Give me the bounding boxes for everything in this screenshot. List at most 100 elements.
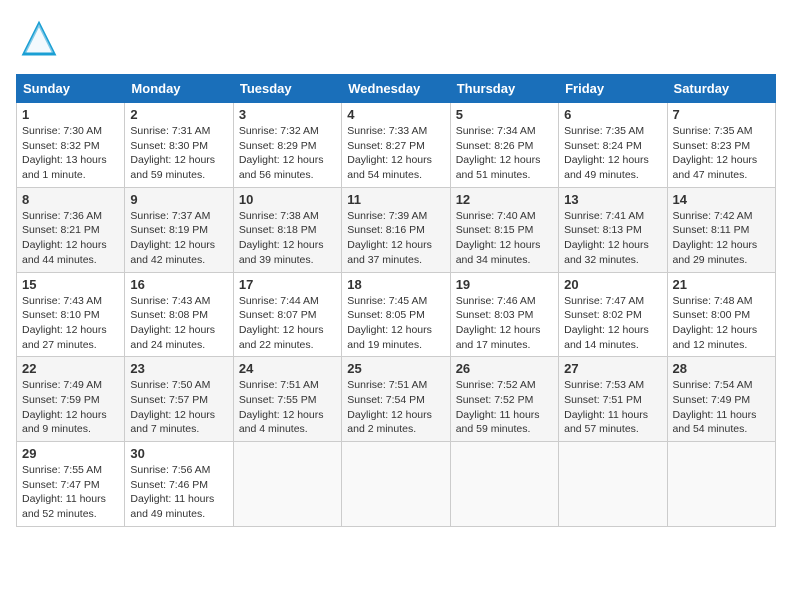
calendar-cell	[233, 442, 341, 527]
day-number: 12	[456, 192, 553, 207]
calendar-cell: 12 Sunrise: 7:40 AM Sunset: 8:15 PM Dayli…	[450, 187, 558, 272]
day-info: Sunrise: 7:31 AM Sunset: 8:30 PM Dayligh…	[130, 124, 227, 183]
calendar-cell: 16 Sunrise: 7:43 AM Sunset: 8:08 PM Dayli…	[125, 272, 233, 357]
calendar-header-monday: Monday	[125, 75, 233, 103]
day-number: 14	[673, 192, 770, 207]
logo-icon	[16, 16, 62, 62]
calendar-header-sunday: Sunday	[17, 75, 125, 103]
calendar-cell	[667, 442, 775, 527]
day-number: 23	[130, 361, 227, 376]
calendar-cell: 7 Sunrise: 7:35 AM Sunset: 8:23 PM Daylig…	[667, 103, 775, 188]
day-info: Sunrise: 7:55 AM Sunset: 7:47 PM Dayligh…	[22, 463, 119, 522]
day-info: Sunrise: 7:48 AM Sunset: 8:00 PM Dayligh…	[673, 294, 770, 353]
day-number: 10	[239, 192, 336, 207]
day-number: 1	[22, 107, 119, 122]
calendar-week-1: 1 Sunrise: 7:30 AM Sunset: 8:32 PM Daylig…	[17, 103, 776, 188]
day-info: Sunrise: 7:30 AM Sunset: 8:32 PM Dayligh…	[22, 124, 119, 183]
calendar-cell: 25 Sunrise: 7:51 AM Sunset: 7:54 PM Dayli…	[342, 357, 450, 442]
day-info: Sunrise: 7:47 AM Sunset: 8:02 PM Dayligh…	[564, 294, 661, 353]
day-info: Sunrise: 7:35 AM Sunset: 8:23 PM Dayligh…	[673, 124, 770, 183]
calendar-week-3: 15Sunrise: 7:43 AM Sunset: 8:10 PM Dayli…	[17, 272, 776, 357]
calendar: SundayMondayTuesdayWednesdayThursdayFrid…	[16, 74, 776, 527]
calendar-cell: 17 Sunrise: 7:44 AM Sunset: 8:07 PM Dayli…	[233, 272, 341, 357]
day-info: Sunrise: 7:41 AM Sunset: 8:13 PM Dayligh…	[564, 209, 661, 268]
calendar-cell: 19 Sunrise: 7:46 AM Sunset: 8:03 PM Dayli…	[450, 272, 558, 357]
day-number: 28	[673, 361, 770, 376]
day-number: 18	[347, 277, 444, 292]
calendar-cell: 8 Sunrise: 7:36 AM Sunset: 8:21 PM Daylig…	[17, 187, 125, 272]
day-number: 29	[22, 446, 119, 461]
day-info: Sunrise: 7:37 AM Sunset: 8:19 PM Dayligh…	[130, 209, 227, 268]
calendar-cell: 21 Sunrise: 7:48 AM Sunset: 8:00 PM Dayli…	[667, 272, 775, 357]
day-number: 19	[456, 277, 553, 292]
day-number: 27	[564, 361, 661, 376]
calendar-cell: 4 Sunrise: 7:33 AM Sunset: 8:27 PM Daylig…	[342, 103, 450, 188]
day-info: Sunrise: 7:42 AM Sunset: 8:11 PM Dayligh…	[673, 209, 770, 268]
calendar-cell: 9 Sunrise: 7:37 AM Sunset: 8:19 PM Daylig…	[125, 187, 233, 272]
day-number: 11	[347, 192, 444, 207]
day-number: 25	[347, 361, 444, 376]
day-number: 9	[130, 192, 227, 207]
calendar-cell: 23 Sunrise: 7:50 AM Sunset: 7:57 PM Dayli…	[125, 357, 233, 442]
day-number: 7	[673, 107, 770, 122]
logo	[16, 16, 62, 62]
day-number: 21	[673, 277, 770, 292]
calendar-cell: 27Sunrise: 7:53 AM Sunset: 7:51 PM Dayli…	[559, 357, 667, 442]
day-info: Sunrise: 7:39 AM Sunset: 8:16 PM Dayligh…	[347, 209, 444, 268]
day-info: Sunrise: 7:38 AM Sunset: 8:18 PM Dayligh…	[239, 209, 336, 268]
day-number: 17	[239, 277, 336, 292]
calendar-cell: 20 Sunrise: 7:47 AM Sunset: 8:02 PM Dayli…	[559, 272, 667, 357]
calendar-cell: 11 Sunrise: 7:39 AM Sunset: 8:16 PM Dayli…	[342, 187, 450, 272]
day-info: Sunrise: 7:40 AM Sunset: 8:15 PM Dayligh…	[456, 209, 553, 268]
calendar-cell: 28 Sunrise: 7:54 AM Sunset: 7:49 PM Dayli…	[667, 357, 775, 442]
calendar-cell: 6 Sunrise: 7:35 AM Sunset: 8:24 PM Daylig…	[559, 103, 667, 188]
calendar-week-4: 22Sunrise: 7:49 AM Sunset: 7:59 PM Dayli…	[17, 357, 776, 442]
day-number: 24	[239, 361, 336, 376]
day-info: Sunrise: 7:51 AM Sunset: 7:55 PM Dayligh…	[239, 378, 336, 437]
calendar-cell: 5 Sunrise: 7:34 AM Sunset: 8:26 PM Daylig…	[450, 103, 558, 188]
day-number: 20	[564, 277, 661, 292]
calendar-cell: 1 Sunrise: 7:30 AM Sunset: 8:32 PM Daylig…	[17, 103, 125, 188]
day-info: Sunrise: 7:45 AM Sunset: 8:05 PM Dayligh…	[347, 294, 444, 353]
day-info: Sunrise: 7:43 AM Sunset: 8:10 PM Dayligh…	[22, 294, 119, 353]
calendar-cell	[559, 442, 667, 527]
day-info: Sunrise: 7:36 AM Sunset: 8:21 PM Dayligh…	[22, 209, 119, 268]
day-info: Sunrise: 7:54 AM Sunset: 7:49 PM Dayligh…	[673, 378, 770, 437]
day-number: 8	[22, 192, 119, 207]
page-header	[16, 16, 776, 62]
calendar-week-2: 8 Sunrise: 7:36 AM Sunset: 8:21 PM Daylig…	[17, 187, 776, 272]
calendar-cell: 30Sunrise: 7:56 AM Sunset: 7:46 PM Dayli…	[125, 442, 233, 527]
calendar-header-saturday: Saturday	[667, 75, 775, 103]
day-number: 6	[564, 107, 661, 122]
calendar-cell	[342, 442, 450, 527]
day-info: Sunrise: 7:50 AM Sunset: 7:57 PM Dayligh…	[130, 378, 227, 437]
day-number: 22	[22, 361, 119, 376]
day-info: Sunrise: 7:51 AM Sunset: 7:54 PM Dayligh…	[347, 378, 444, 437]
calendar-cell: 2 Sunrise: 7:31 AM Sunset: 8:30 PM Daylig…	[125, 103, 233, 188]
day-number: 3	[239, 107, 336, 122]
calendar-header-thursday: Thursday	[450, 75, 558, 103]
day-number: 13	[564, 192, 661, 207]
day-number: 4	[347, 107, 444, 122]
calendar-cell: 24 Sunrise: 7:51 AM Sunset: 7:55 PM Dayli…	[233, 357, 341, 442]
day-number: 30	[130, 446, 227, 461]
day-info: Sunrise: 7:44 AM Sunset: 8:07 PM Dayligh…	[239, 294, 336, 353]
day-info: Sunrise: 7:33 AM Sunset: 8:27 PM Dayligh…	[347, 124, 444, 183]
day-info: Sunrise: 7:46 AM Sunset: 8:03 PM Dayligh…	[456, 294, 553, 353]
day-info: Sunrise: 7:34 AM Sunset: 8:26 PM Dayligh…	[456, 124, 553, 183]
day-number: 2	[130, 107, 227, 122]
day-number: 5	[456, 107, 553, 122]
calendar-header-wednesday: Wednesday	[342, 75, 450, 103]
calendar-cell: 14 Sunrise: 7:42 AM Sunset: 8:11 PM Dayli…	[667, 187, 775, 272]
calendar-header-tuesday: Tuesday	[233, 75, 341, 103]
calendar-cell: 18 Sunrise: 7:45 AM Sunset: 8:05 PM Dayli…	[342, 272, 450, 357]
day-info: Sunrise: 7:35 AM Sunset: 8:24 PM Dayligh…	[564, 124, 661, 183]
day-number: 16	[130, 277, 227, 292]
calendar-cell: 26Sunrise: 7:52 AM Sunset: 7:52 PM Dayli…	[450, 357, 558, 442]
calendar-cell: 22Sunrise: 7:49 AM Sunset: 7:59 PM Dayli…	[17, 357, 125, 442]
day-info: Sunrise: 7:43 AM Sunset: 8:08 PM Dayligh…	[130, 294, 227, 353]
calendar-week-5: 29 Sunrise: 7:55 AM Sunset: 7:47 PM Dayli…	[17, 442, 776, 527]
day-number: 26	[456, 361, 553, 376]
calendar-cell: 15Sunrise: 7:43 AM Sunset: 8:10 PM Dayli…	[17, 272, 125, 357]
calendar-cell: 13 Sunrise: 7:41 AM Sunset: 8:13 PM Dayli…	[559, 187, 667, 272]
